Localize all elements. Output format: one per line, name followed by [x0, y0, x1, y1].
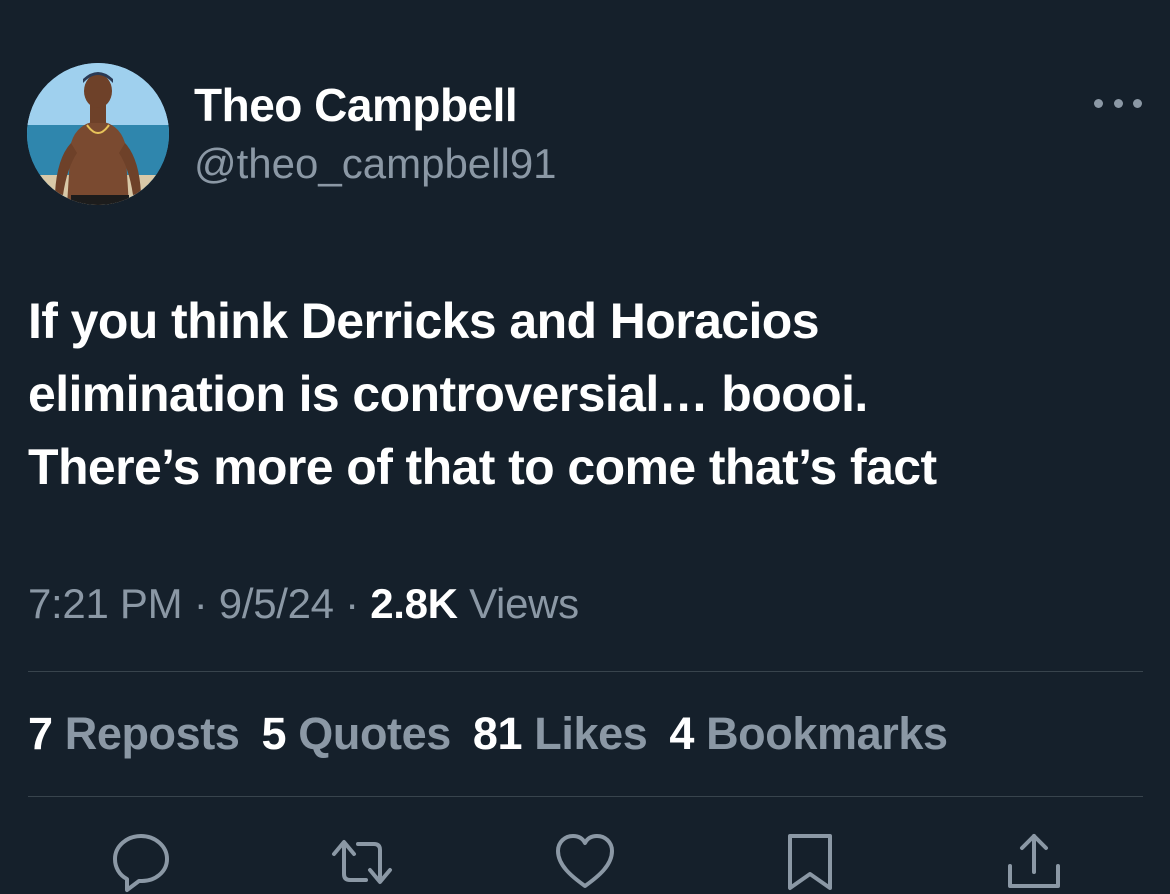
handle[interactable]: @theo_campbell91 — [194, 140, 557, 188]
more-dot — [1113, 98, 1123, 108]
like-icon[interactable] — [553, 830, 617, 894]
display-name[interactable]: Theo Campbell — [194, 78, 518, 132]
bookmarks-stat[interactable]: 4 Bookmarks — [669, 708, 948, 760]
more-horizontal-icon[interactable] — [1094, 88, 1142, 118]
more-dot — [1133, 98, 1142, 108]
engagement-stats: 7 Reposts 5 Quotes 81 Likes 4 Bookmarks — [28, 708, 970, 760]
tweet-text-line: If you think Derricks and Horacios — [28, 293, 820, 349]
quotes-label: Quotes — [298, 708, 451, 759]
divider — [28, 796, 1143, 797]
reply-icon[interactable] — [109, 830, 173, 894]
repost-icon[interactable] — [330, 830, 394, 894]
tweet-meta: 7:21 PM · 9/5/24 · 2.8K Views — [28, 580, 579, 628]
views-label: Views — [469, 580, 579, 627]
reposts-count: 7 — [28, 708, 53, 759]
meta-separator: · — [345, 580, 359, 627]
bookmarks-label: Bookmarks — [706, 708, 948, 759]
tweet-text-line: elimination is controversial… boooi. — [28, 366, 868, 422]
avatar[interactable] — [27, 63, 169, 205]
divider — [28, 671, 1143, 672]
share-icon[interactable] — [1002, 830, 1066, 894]
likes-count: 81 — [472, 708, 523, 759]
reposts-label: Reposts — [64, 708, 240, 759]
quotes-count: 5 — [261, 708, 287, 759]
avatar-photo — [27, 63, 169, 205]
quotes-stat[interactable]: 5 Quotes — [261, 708, 452, 760]
bookmark-icon[interactable] — [778, 830, 842, 894]
tweet-time[interactable]: 7:21 PM — [28, 580, 183, 627]
more-dot — [1094, 98, 1103, 108]
likes-label: Likes — [534, 708, 648, 759]
tweet-text-line: There’s more of that to come that’s fact — [28, 439, 937, 495]
bookmarks-count: 4 — [669, 708, 694, 759]
views-count: 2.8K — [370, 580, 458, 627]
action-bar — [0, 830, 1170, 892]
tweet-text: If you think Derricks and Horacios elimi… — [28, 285, 1128, 504]
tweet-date[interactable]: 9/5/24 — [219, 580, 334, 627]
likes-stat[interactable]: 81 Likes — [472, 708, 648, 760]
tweet-detail: Theo Campbell @theo_campbell91 If you th… — [0, 0, 1170, 892]
meta-separator: · — [193, 580, 208, 627]
reposts-stat[interactable]: 7 Reposts — [28, 708, 240, 760]
